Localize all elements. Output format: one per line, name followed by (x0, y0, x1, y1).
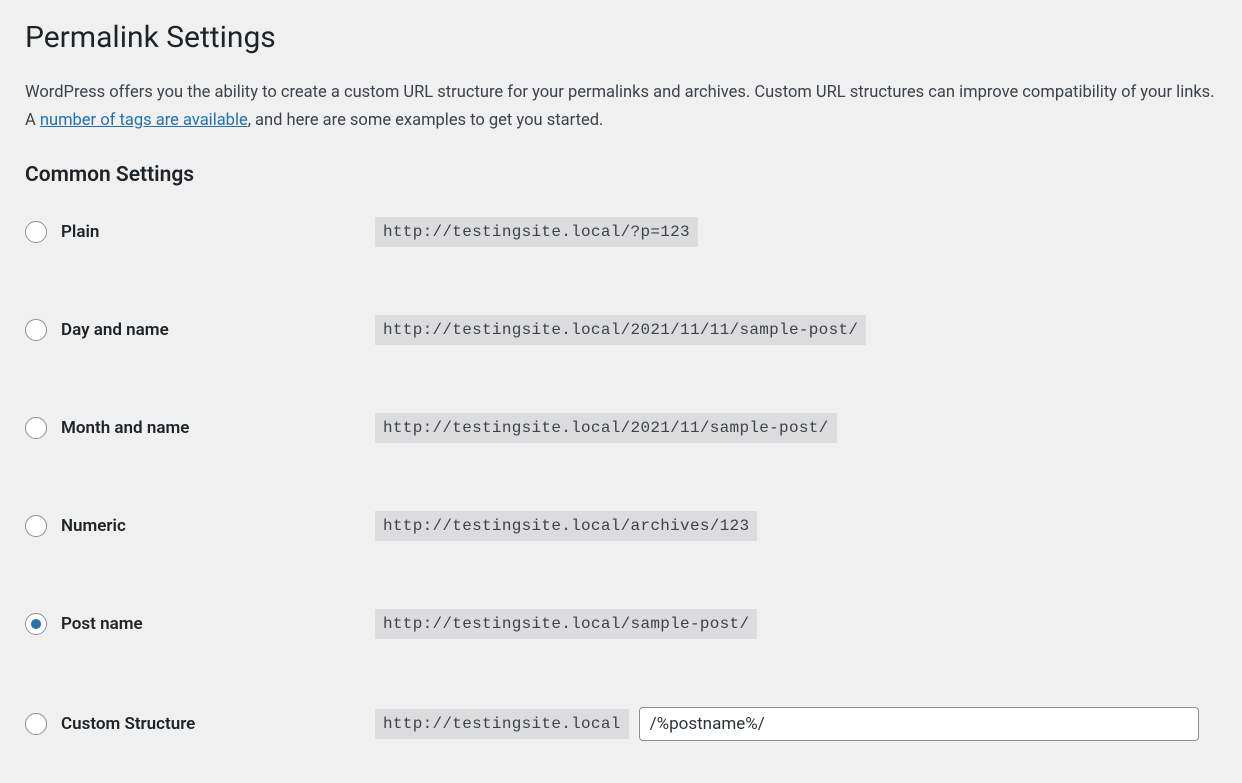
permalink-option-day-name: Day and name http://testingsite.local/20… (25, 315, 1217, 345)
page-title: Permalink Settings (25, 20, 1217, 55)
example-month-name: http://testingsite.local/2021/11/sample-… (375, 413, 837, 443)
permalink-settings-table: Plain http://testingsite.local/?p=123 Da… (25, 217, 1217, 741)
example-numeric: http://testingsite.local/archives/123 (375, 511, 757, 541)
permalink-option-month-name: Month and name http://testingsite.local/… (25, 413, 1217, 443)
radio-day-name[interactable] (25, 319, 47, 341)
intro-after-link: , and here are some examples to get you … (248, 111, 604, 130)
permalink-option-post-name: Post name http://testingsite.local/sampl… (25, 609, 1217, 639)
intro-text: WordPress offers you the ability to crea… (25, 79, 1217, 135)
label-numeric[interactable]: Numeric (61, 516, 126, 536)
common-settings-heading: Common Settings (25, 163, 1217, 187)
tags-available-link[interactable]: number of tags are available (40, 111, 248, 130)
label-day-name[interactable]: Day and name (61, 320, 169, 340)
option-label-col: Month and name (25, 417, 375, 439)
option-value-col: http://testingsite.local/archives/123 (375, 511, 757, 541)
option-label-col: Day and name (25, 319, 375, 341)
permalink-option-custom: Custom Structure http://testingsite.loca… (25, 707, 1217, 741)
permalink-option-numeric: Numeric http://testingsite.local/archive… (25, 511, 1217, 541)
custom-prefix: http://testingsite.local (375, 709, 629, 739)
option-value-col: http://testingsite.local/2021/11/sample-… (375, 413, 837, 443)
option-label-col: Numeric (25, 515, 375, 537)
option-value-col: http://testingsite.local/sample-post/ (375, 609, 757, 639)
custom-structure-input[interactable] (639, 707, 1199, 741)
example-day-name: http://testingsite.local/2021/11/11/samp… (375, 315, 866, 345)
label-custom[interactable]: Custom Structure (61, 714, 195, 734)
option-value-col: http://testingsite.local (375, 707, 1199, 741)
option-label-col: Plain (25, 221, 375, 243)
permalink-option-plain: Plain http://testingsite.local/?p=123 (25, 217, 1217, 247)
option-value-col: http://testingsite.local/?p=123 (375, 217, 698, 247)
radio-month-name[interactable] (25, 417, 47, 439)
radio-plain[interactable] (25, 221, 47, 243)
radio-post-name[interactable] (25, 613, 47, 635)
radio-numeric[interactable] (25, 515, 47, 537)
option-value-col: http://testingsite.local/2021/11/11/samp… (375, 315, 866, 345)
example-plain: http://testingsite.local/?p=123 (375, 217, 698, 247)
example-post-name: http://testingsite.local/sample-post/ (375, 609, 757, 639)
label-month-name[interactable]: Month and name (61, 418, 189, 438)
radio-custom[interactable] (25, 713, 47, 735)
label-plain[interactable]: Plain (61, 222, 99, 242)
label-post-name[interactable]: Post name (61, 614, 143, 634)
option-label-col: Custom Structure (25, 713, 375, 735)
option-label-col: Post name (25, 613, 375, 635)
